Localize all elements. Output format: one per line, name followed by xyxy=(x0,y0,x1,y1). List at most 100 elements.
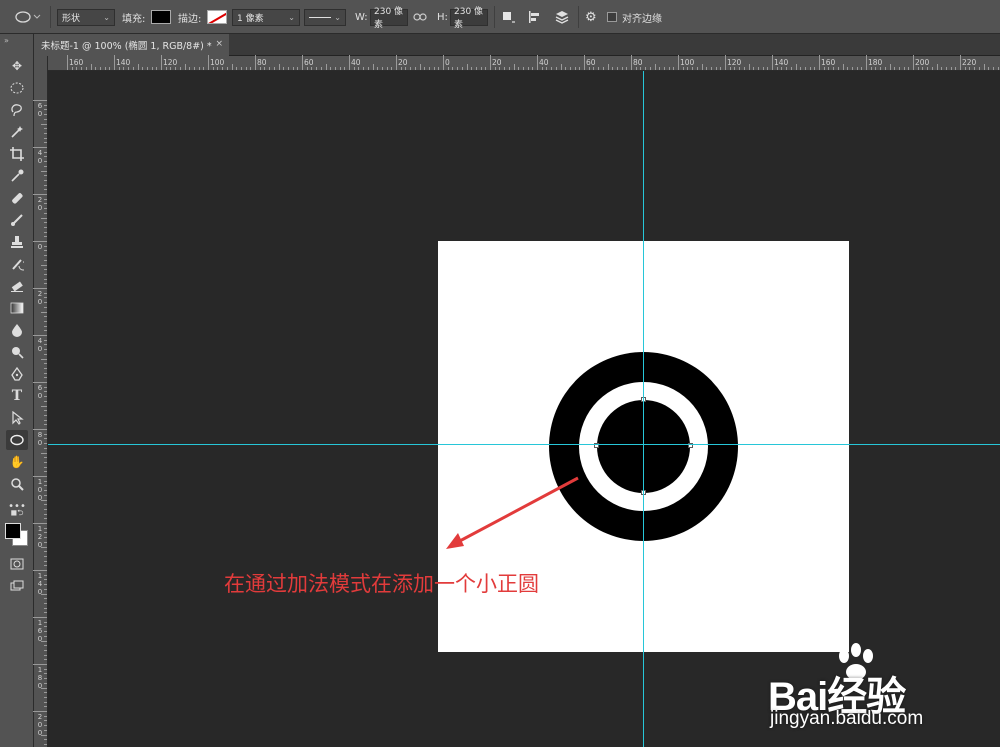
ruler-tick-label: 220 xyxy=(962,58,977,67)
blur-tool-icon[interactable] xyxy=(6,320,28,340)
dodge-tool-icon[interactable] xyxy=(6,342,28,362)
ruler-tick xyxy=(44,419,47,421)
ruler-tick xyxy=(44,607,47,609)
ruler-tick xyxy=(33,429,47,430)
pen-tool-icon[interactable] xyxy=(6,364,28,384)
ruler-tick xyxy=(428,67,430,70)
ruler-tick-label: 100 xyxy=(210,58,225,67)
align-edges-checkbox[interactable] xyxy=(607,12,617,22)
fill-label: 填充: xyxy=(122,13,146,25)
ruler-tick xyxy=(44,692,47,694)
path-selection-tool-icon[interactable] xyxy=(6,408,28,428)
ruler-tick xyxy=(151,67,153,70)
path-arrangement-icon[interactable] xyxy=(554,10,570,24)
ruler-tick xyxy=(44,259,47,261)
stroke-swatch[interactable] xyxy=(207,10,227,24)
ruler-tick-label: 160 xyxy=(821,58,836,67)
ruler-tick xyxy=(44,414,47,416)
ruler-tick xyxy=(44,584,47,586)
stroke-label: 描边: xyxy=(178,13,202,25)
gear-icon[interactable]: ⚙ xyxy=(585,10,597,25)
ruler-tick xyxy=(33,711,47,712)
ruler-tick xyxy=(44,649,47,651)
quick-mask-icon[interactable] xyxy=(6,554,28,574)
ruler-tick xyxy=(44,226,47,228)
ruler-tick xyxy=(471,67,473,70)
ruler-tick xyxy=(44,161,47,163)
mode-dropdown[interactable]: 形状 ⌄ xyxy=(57,8,115,26)
ruler-tick xyxy=(217,67,219,70)
ruler-tick xyxy=(41,123,47,125)
ruler-tick xyxy=(626,67,628,70)
ruler-tick xyxy=(41,593,47,595)
crop-tool-icon[interactable] xyxy=(6,144,28,164)
horizontal-guide[interactable] xyxy=(48,444,1000,445)
healing-brush-tool-icon[interactable] xyxy=(6,188,28,208)
ruler-tick xyxy=(851,67,853,70)
tool-preset-picker[interactable] xyxy=(12,0,42,34)
fill-swatch[interactable] xyxy=(151,10,171,24)
ruler-tick xyxy=(452,67,454,70)
ruler-tick xyxy=(414,67,416,70)
ruler-tick xyxy=(44,128,47,130)
screen-mode-icon[interactable] xyxy=(6,576,28,596)
ruler-tick xyxy=(701,64,703,70)
ruler-tick xyxy=(574,67,576,70)
path-alignment-icon[interactable] xyxy=(528,10,544,24)
ruler-tick xyxy=(358,67,360,70)
width-input[interactable]: 230 像素 xyxy=(370,7,408,30)
magic-wand-tool-icon[interactable] xyxy=(6,122,28,142)
collapse-panel-icon[interactable]: » xyxy=(4,36,9,45)
brush-tool-icon[interactable] xyxy=(6,210,28,230)
ruler-tick xyxy=(607,64,609,70)
ellipse-tool-icon[interactable] xyxy=(6,430,28,450)
height-input[interactable]: 230 像素 xyxy=(450,7,488,30)
link-icon[interactable] xyxy=(413,12,427,22)
eraser-tool-icon[interactable] xyxy=(6,276,28,296)
ruler-tick xyxy=(334,67,336,70)
path-operations-icon[interactable] xyxy=(502,10,516,24)
ruler-tick xyxy=(353,67,355,70)
clone-stamp-tool-icon[interactable] xyxy=(6,232,28,252)
default-colors-icon[interactable]: ◼⮌ xyxy=(6,508,28,520)
horizontal-ruler[interactable]: 160 140 120 100 80 60 40 20 0 20 40 60 80 100 120 140 16… xyxy=(48,55,1000,71)
ruler-tick-label: 0 xyxy=(37,243,43,251)
stroke-type-dropdown[interactable]: ⌄ xyxy=(304,8,346,26)
close-icon[interactable]: × xyxy=(215,39,223,49)
ruler-tick xyxy=(33,664,47,665)
ruler-tick xyxy=(917,67,919,70)
marquee-tool-icon[interactable] xyxy=(6,78,28,98)
ruler-tick xyxy=(649,67,651,70)
ruler-tick xyxy=(44,396,47,398)
eyedropper-tool-icon[interactable] xyxy=(6,166,28,186)
ruler-tick xyxy=(945,67,947,70)
lasso-tool-icon[interactable] xyxy=(6,100,28,120)
move-tool-icon[interactable]: ✥ xyxy=(6,56,28,76)
foreground-color-swatch[interactable] xyxy=(5,523,21,539)
zoom-tool-icon[interactable] xyxy=(6,474,28,494)
ruler-origin[interactable] xyxy=(34,56,48,71)
ruler-tick-label: 120 xyxy=(727,58,742,67)
ruler-tick xyxy=(344,67,346,70)
ruler-tick xyxy=(44,659,47,661)
vertical-ruler[interactable]: 6 0 4 0 2 0 0 2 0 4 0 6 0 8 0 1 0 0 1 2 0 1 4 0 1 6… xyxy=(33,71,48,747)
ruler-tick xyxy=(278,64,280,70)
document-tab[interactable]: 未标题-1 @ 100% (椭圆 1, RGB/8#) * × xyxy=(34,34,229,56)
hand-tool-icon[interactable]: ✋ xyxy=(6,452,28,472)
ellipse-tool-icon xyxy=(15,11,41,23)
gradient-tool-icon[interactable] xyxy=(6,298,28,318)
ruler-tick xyxy=(269,67,271,70)
ruler-tick xyxy=(522,67,524,70)
ruler-tick xyxy=(44,461,47,463)
ruler-tick xyxy=(44,447,47,449)
history-brush-tool-icon[interactable] xyxy=(6,254,28,274)
ruler-tick xyxy=(837,67,839,70)
ruler-tick xyxy=(33,523,47,524)
ruler-tick xyxy=(44,231,47,233)
ruler-tick xyxy=(400,67,402,70)
type-tool-icon[interactable]: T xyxy=(6,386,28,406)
vertical-guide[interactable] xyxy=(643,71,644,747)
stroke-width-dropdown[interactable]: 1 像素 ⌄ xyxy=(232,8,300,26)
ruler-tick xyxy=(132,67,134,70)
ruler-tick-label: 6 0 xyxy=(37,102,43,118)
